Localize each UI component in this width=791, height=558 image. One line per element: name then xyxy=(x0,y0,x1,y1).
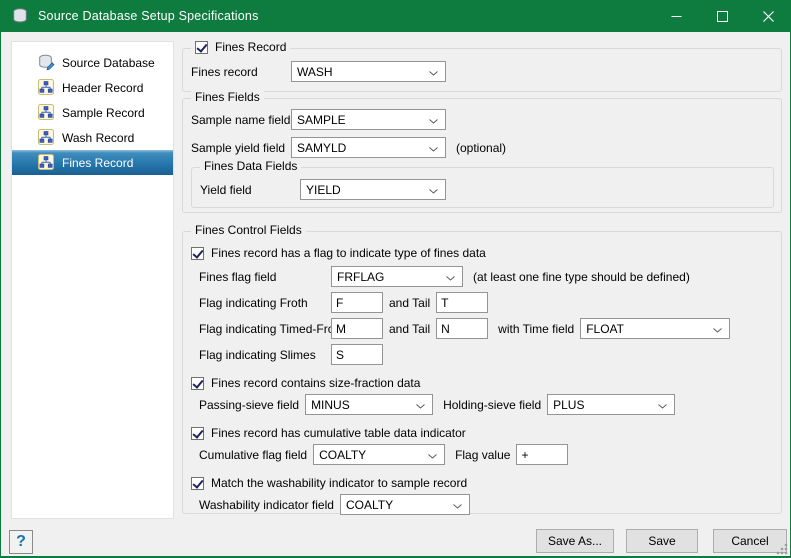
fines-data-fields-group: Fines Data Fields Yield field YIELD xyxy=(191,167,774,208)
cumulative-table-checkbox-label: Fines record has cumulative table data i… xyxy=(211,426,466,440)
time-field-select-value: FLOAT xyxy=(586,322,624,336)
passing-sieve-field-label: Passing-sieve field xyxy=(199,398,299,412)
database-edit-icon xyxy=(38,54,55,71)
fines-data-fields-group-legend: Fines Data Fields xyxy=(200,159,301,173)
sidebar-item-label: Header Record xyxy=(62,81,143,95)
slimes-flag-input[interactable] xyxy=(331,344,383,365)
chevron-down-icon xyxy=(713,322,722,336)
fines-record-select[interactable]: WASH xyxy=(291,61,446,82)
chevron-down-icon xyxy=(429,141,438,155)
chevron-down-icon xyxy=(453,498,462,512)
timed-and-tail-label: and Tail xyxy=(389,322,430,336)
save-as-button[interactable]: Save As... xyxy=(536,529,614,553)
fines-fields-group: Fines Fields Sample name field SAMPLE Sa… xyxy=(182,98,782,213)
chevron-down-icon xyxy=(429,183,438,197)
timed-froth-flag-input[interactable] xyxy=(331,318,383,339)
sidebar-item-header-record[interactable]: Header Record xyxy=(12,75,173,100)
sample-name-field-label: Sample name field xyxy=(191,113,291,127)
fines-control-fields-group: Fines Control Fields Fines record has a … xyxy=(182,231,782,514)
sidebar-item-sample-record[interactable]: Sample Record xyxy=(12,100,173,125)
passing-sieve-select[interactable]: MINUS xyxy=(305,394,433,415)
sample-name-select[interactable]: SAMPLE xyxy=(291,109,446,130)
resize-grip[interactable] xyxy=(776,543,788,555)
record-icon xyxy=(38,154,55,171)
sidebar-item-wash-record[interactable]: Wash Record xyxy=(12,125,173,150)
size-fraction-checkbox[interactable] xyxy=(191,377,204,390)
minimize-button[interactable] xyxy=(653,0,699,32)
fines-flag-checkbox[interactable] xyxy=(191,247,204,260)
cumulative-table-checkbox[interactable] xyxy=(191,427,204,440)
flag-value-label: Flag value xyxy=(455,448,510,462)
sample-yield-select[interactable]: SAMYLD xyxy=(291,137,446,158)
sidebar-item-label: Wash Record xyxy=(62,131,134,145)
chevron-down-icon xyxy=(428,448,437,462)
timed-froth-flag-label: Flag indicating Timed-Froth xyxy=(199,322,331,336)
washability-indicator-select-value: COALTY xyxy=(346,498,393,512)
chevron-down-icon xyxy=(658,398,667,412)
window-title: Source Database Setup Specifications xyxy=(38,9,259,23)
washability-indicator-select[interactable]: COALTY xyxy=(340,494,470,515)
washability-match-checkbox[interactable] xyxy=(191,477,204,490)
fines-flag-note: (at least one fine type should be define… xyxy=(473,270,690,284)
fines-record-checkbox-label: Fines Record xyxy=(215,40,286,54)
fines-record-select-value: WASH xyxy=(297,65,333,79)
sidebar-item-label: Sample Record xyxy=(62,106,145,120)
chevron-down-icon xyxy=(429,113,438,127)
sidebar-item-label: Fines Record xyxy=(62,156,133,170)
holding-sieve-select-value: PLUS xyxy=(553,398,584,412)
chevron-down-icon xyxy=(416,398,425,412)
database-icon xyxy=(12,8,28,24)
save-button[interactable]: Save xyxy=(626,529,698,553)
sidebar-item-source-database[interactable]: Source Database xyxy=(12,50,173,75)
cumulative-flag-select[interactable]: COALTY xyxy=(313,444,445,465)
chevron-down-icon xyxy=(446,270,455,284)
size-fraction-checkbox-label: Fines record contains size-fraction data xyxy=(211,376,420,390)
chevron-down-icon xyxy=(429,65,438,79)
fines-flag-select[interactable]: FRFLAG xyxy=(331,266,463,287)
sample-yield-optional-note: (optional) xyxy=(456,141,506,155)
navigation-sidebar: Source Database Header Record Sample Rec… xyxy=(11,41,174,519)
sample-yield-field-label: Sample yield field xyxy=(191,141,291,155)
sidebar-item-label: Source Database xyxy=(62,56,155,70)
with-time-field-label: with Time field xyxy=(498,322,574,336)
sample-name-select-value: SAMPLE xyxy=(297,113,346,127)
holding-sieve-field-label: Holding-sieve field xyxy=(443,398,541,412)
froth-tail-input[interactable] xyxy=(436,292,488,313)
dialog-window: Source Database Setup Specifications xyxy=(0,0,791,558)
washability-match-checkbox-label: Match the washability indicator to sampl… xyxy=(211,476,467,490)
froth-flag-label: Flag indicating Froth xyxy=(199,296,331,310)
froth-and-tail-label: and Tail xyxy=(389,296,430,310)
holding-sieve-select[interactable]: PLUS xyxy=(547,394,675,415)
title-bar: Source Database Setup Specifications xyxy=(0,0,791,32)
fines-control-fields-group-legend: Fines Control Fields xyxy=(191,223,306,237)
cumulative-flag-select-value: COALTY xyxy=(319,448,366,462)
fines-fields-group-legend: Fines Fields xyxy=(191,90,264,104)
maximize-button[interactable] xyxy=(699,0,745,32)
timed-tail-input[interactable] xyxy=(436,318,488,339)
fines-flag-field-label: Fines flag field xyxy=(199,270,331,284)
yield-field-label: Yield field xyxy=(200,183,300,197)
fines-record-checkbox[interactable] xyxy=(195,41,208,54)
record-icon xyxy=(38,129,55,146)
fines-record-group-legend: Fines Record xyxy=(191,40,290,54)
cumulative-flag-field-label: Cumulative flag field xyxy=(199,448,307,462)
fines-flag-select-value: FRFLAG xyxy=(337,270,384,284)
froth-flag-input[interactable] xyxy=(331,292,383,313)
sample-yield-select-value: SAMYLD xyxy=(297,141,346,155)
passing-sieve-select-value: MINUS xyxy=(311,398,350,412)
yield-field-select-value: YIELD xyxy=(306,183,341,197)
time-field-select[interactable]: FLOAT xyxy=(580,318,730,339)
record-icon xyxy=(38,104,55,121)
washability-indicator-field-label: Washability indicator field xyxy=(199,498,334,512)
record-icon xyxy=(38,79,55,96)
help-button[interactable]: ? xyxy=(9,530,33,554)
fines-flag-checkbox-label: Fines record has a flag to indicate type… xyxy=(211,246,486,260)
sidebar-item-fines-record[interactable]: Fines Record xyxy=(12,150,173,175)
flag-value-input[interactable] xyxy=(516,444,568,465)
close-button[interactable] xyxy=(745,0,791,32)
fines-record-group: Fines Record Fines record WASH xyxy=(182,48,782,92)
yield-field-select[interactable]: YIELD xyxy=(300,179,446,200)
fines-record-field-label: Fines record xyxy=(191,65,291,79)
slimes-flag-label: Flag indicating Slimes xyxy=(199,348,331,362)
